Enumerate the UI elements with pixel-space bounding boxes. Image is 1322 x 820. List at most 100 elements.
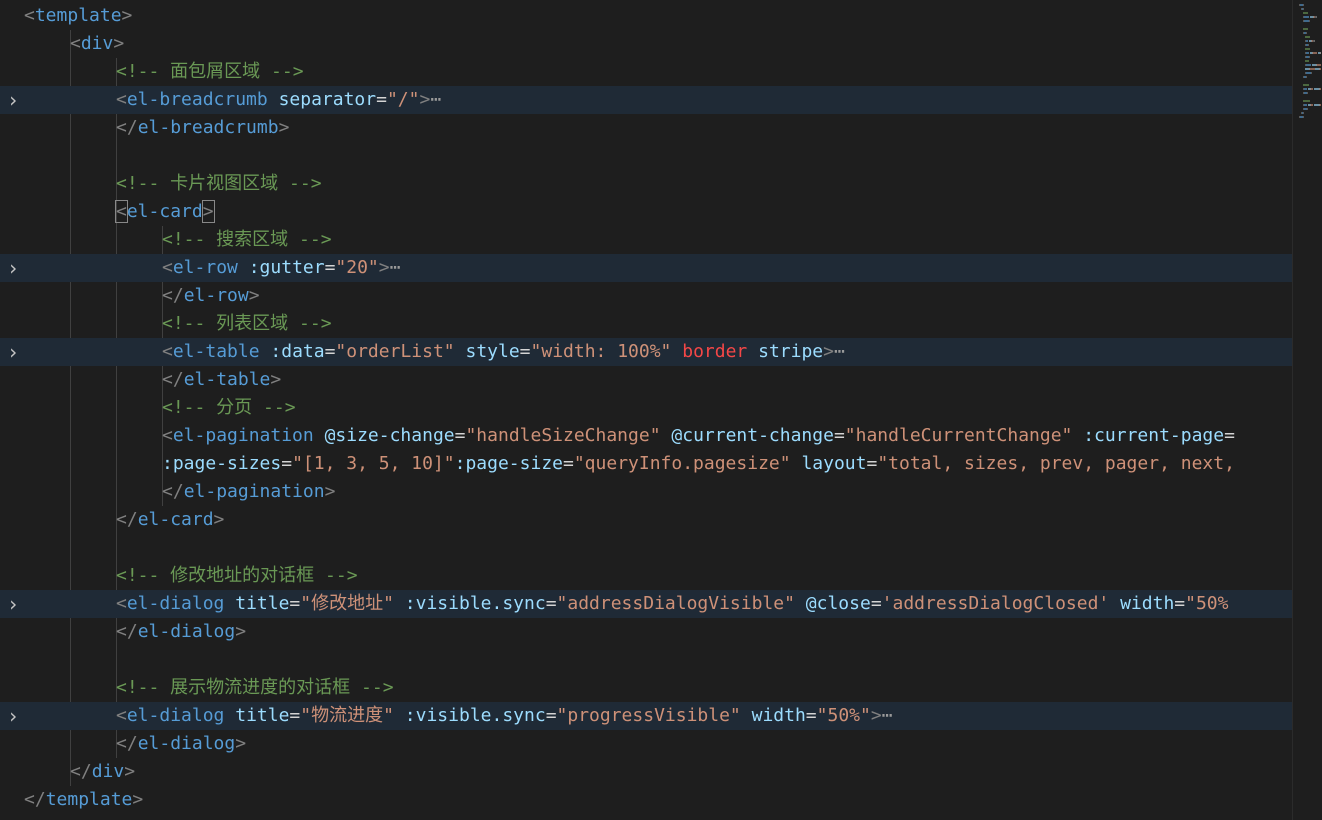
chevron-right-icon[interactable]: › [6,254,20,282]
code-token: = [454,425,466,446]
code-line[interactable]: › <el-row :gutter="20">⋯ [0,254,1292,282]
code-text: </el-breadcrumb> [116,114,289,142]
minimap-line [1303,100,1310,102]
fold-ellipsis[interactable]: ⋯ [430,89,441,110]
minimap-line [1303,84,1309,86]
code-token: el-card [126,201,203,222]
code-token: </ [162,285,184,306]
code-token: > [823,341,834,362]
minimap-line [1304,104,1307,106]
chevron-right-icon[interactable]: › [6,86,20,114]
code-token: "/" [386,89,420,110]
code-token: :visible.sync [404,593,546,614]
code-token: el-row [183,285,249,306]
code-line[interactable]: <div> [0,30,1292,58]
code-line[interactable]: › <el-dialog title="修改地址" :visible.sync="… [0,590,1292,618]
minimap-line [1303,116,1304,118]
code-text: :page-sizes="[1, 3, 5, 10]":page-size="q… [162,450,1235,478]
code-token: > [235,733,247,754]
minimap-line [1311,104,1313,106]
code-line[interactable] [0,646,1292,674]
minimap-line [1306,32,1307,34]
code-line[interactable]: </el-card> [0,506,1292,534]
code-editor[interactable]: <template> <div> <!-- 面包屑区域 --> › <el-breadc… [0,0,1292,820]
minimap-line [1306,40,1308,42]
code-token: < [115,200,128,223]
code-text: <el-card> [115,198,215,226]
code-token: el-dialog [137,733,236,754]
code-text: <!-- 展示物流进度的对话框 --> [116,674,394,702]
code-line[interactable] [0,534,1292,562]
code-line[interactable] [0,142,1292,170]
chevron-right-icon[interactable]: › [6,702,20,730]
code-line[interactable]: <el-pagination @size-change="handleSizeC… [0,422,1292,450]
code-line[interactable]: › <el-table :data="orderList" style="widt… [0,338,1292,366]
code-line[interactable]: </el-dialog> [0,730,1292,758]
fold-ellipsis[interactable]: ⋯ [390,257,401,278]
code-line[interactable]: <!-- 分页 --> [0,394,1292,422]
code-line[interactable]: <template> [0,2,1292,30]
code-token: "物流进度" [300,705,394,726]
code-token: = [324,257,336,278]
code-text: <el-table :data="orderList" style="width… [162,338,845,366]
code-token: = [289,593,301,614]
code-token: = [833,425,845,446]
minimap-line [1309,20,1310,22]
minimap[interactable] [1292,0,1322,820]
code-line[interactable]: › <el-breadcrumb separator="/">⋯ [0,86,1292,114]
minimap-line [1303,112,1304,114]
chevron-right-icon[interactable]: › [6,590,20,618]
code-token: "orderList" [335,341,455,362]
code-text: <el-row :gutter="20">⋯ [162,254,400,282]
code-line[interactable]: <!-- 卡片视图区域 --> [0,170,1292,198]
code-token: > [324,481,336,502]
code-line[interactable]: </template> [0,786,1292,814]
code-token: < [70,33,81,54]
code-token: = [870,593,882,614]
code-text: <div> [70,30,124,58]
code-token: <!-- 修改地址的对话框 --> [116,565,358,586]
code-token: > [870,705,882,726]
code-text: <!-- 卡片视图区域 --> [116,170,322,198]
code-line[interactable]: </div> [0,758,1292,786]
code-line[interactable]: › <el-dialog title="物流进度" :visible.sync="… [0,702,1292,730]
fold-ellipsis[interactable]: ⋯ [834,341,845,362]
code-line[interactable]: :page-sizes="[1, 3, 5, 10]":page-size="q… [0,450,1292,478]
code-text: </div> [70,758,135,786]
code-token: el-table [172,341,260,362]
code-line[interactable]: <!-- 列表区域 --> [0,310,1292,338]
code-line[interactable]: </el-breadcrumb> [0,114,1292,142]
code-line[interactable]: <!-- 展示物流进度的对话框 --> [0,674,1292,702]
code-token: el-pagination [183,481,325,502]
minimap-line [1306,52,1309,54]
fold-ellipsis[interactable]: ⋯ [882,705,893,726]
code-token: </ [116,733,138,754]
code-line[interactable]: <!-- 修改地址的对话框 --> [0,562,1292,590]
code-text: <el-dialog title="修改地址" :visible.sync="a… [116,590,1228,618]
code-token: stripe [758,341,824,362]
code-line[interactable]: <el-card> [0,198,1292,226]
code-token: @size-change [324,425,455,446]
code-line[interactable]: </el-table> [0,366,1292,394]
minimap-line [1304,88,1307,90]
code-text: <template> [24,2,132,30]
code-token: "50% [1185,593,1229,614]
code-line[interactable]: <!-- 面包屑区域 --> [0,58,1292,86]
code-line[interactable]: </el-row> [0,282,1292,310]
code-line[interactable]: <!-- 搜索区域 --> [0,226,1292,254]
code-token: style [465,341,520,362]
code-line[interactable]: </el-pagination> [0,478,1292,506]
code-line[interactable]: </el-dialog> [0,618,1292,646]
code-text: <!-- 列表区域 --> [162,310,332,338]
code-token: "20" [335,257,379,278]
code-token: > [113,33,125,54]
code-token: :data [270,341,325,362]
code-text: </el-table> [162,366,281,394]
chevron-right-icon[interactable]: › [6,338,20,366]
